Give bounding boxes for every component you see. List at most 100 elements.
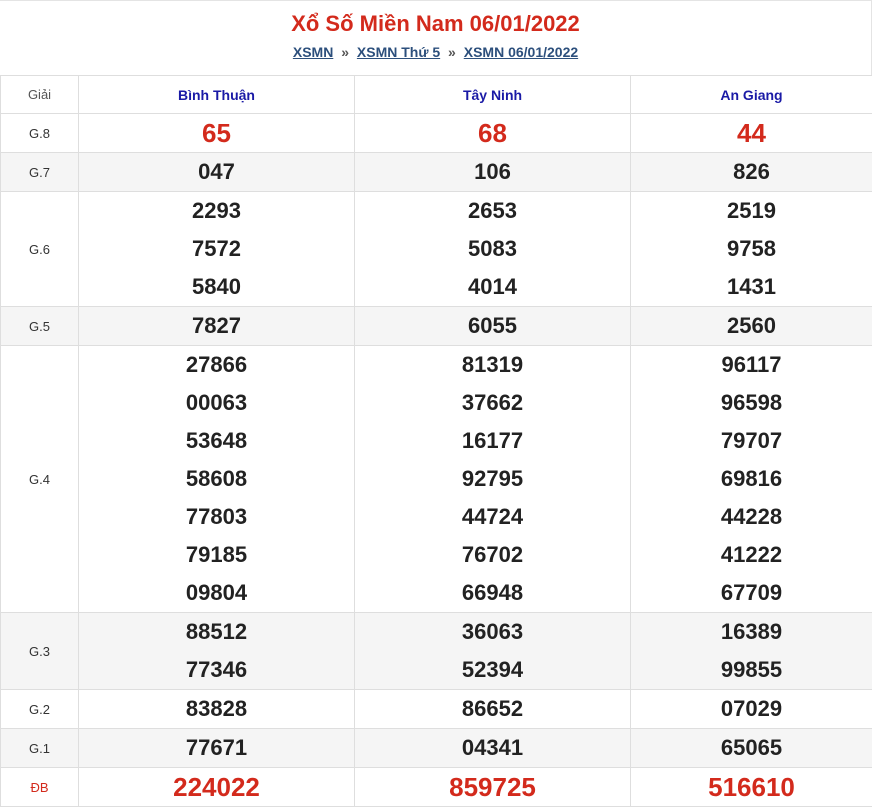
result-number: 69816	[720, 466, 783, 491]
prize-label: G.7	[0, 152, 79, 192]
result-number: 36063	[461, 619, 524, 644]
prize-label: ĐB	[0, 767, 79, 807]
breadcrumb-separator: »	[448, 44, 456, 60]
result-cell: 68	[354, 113, 631, 153]
result-number: 2519	[727, 198, 776, 223]
breadcrumb-xsmn-thu5[interactable]: XSMN Thứ 5	[357, 44, 440, 60]
prize-row: G.4 27866 00063 53648 58608 77803 79185 09804 81…	[0, 345, 872, 613]
prize-row: G.6 2293 7572 5840 2653 5083 4014 2519 9758 1431	[0, 191, 872, 307]
result-cell: 2653 5083 4014	[354, 191, 631, 307]
prize-row: ĐB 224022 859725 516610	[0, 767, 872, 807]
prize-label: G.4	[0, 345, 79, 613]
breadcrumb-xsmn[interactable]: XSMN	[293, 44, 333, 60]
result-cell: 96117 96598 79707 69816 44228 41222 67709	[630, 345, 872, 613]
result-number: 52394	[461, 657, 524, 682]
breadcrumb-separator: »	[341, 44, 349, 60]
result-number: 68	[478, 118, 507, 148]
result-cell: 07029	[630, 689, 872, 729]
result-cell: 6055	[354, 306, 631, 346]
result-number: 16177	[461, 428, 524, 453]
result-cell: 04341	[354, 728, 631, 768]
result-cell: 2519 9758 1431	[630, 191, 872, 307]
result-number: 2293	[192, 198, 241, 223]
result-cell: 859725	[354, 767, 631, 807]
result-number: 96117	[721, 352, 782, 377]
prize-label: G.1	[0, 728, 79, 768]
breadcrumb-xsmn-date[interactable]: XSMN 06/01/2022	[464, 44, 578, 60]
result-cell: 65	[78, 113, 355, 153]
prize-row: G.2 83828 86652 07029	[0, 689, 872, 729]
result-number: 2653	[468, 198, 517, 223]
result-cell: 224022	[78, 767, 355, 807]
result-number: 2560	[727, 313, 776, 338]
result-cell: 047	[78, 152, 355, 192]
result-number: 27866	[185, 352, 248, 377]
result-number: 9758	[727, 236, 776, 261]
column-header-giai: Giải	[0, 75, 79, 114]
result-number: 047	[198, 159, 235, 184]
result-number: 07029	[720, 696, 783, 721]
table-header-row: Giải Bình Thuận Tây Ninh An Giang	[0, 75, 872, 114]
result-number: 65065	[720, 735, 783, 760]
result-number: 76702	[461, 542, 524, 567]
result-number: 92795	[461, 466, 524, 491]
result-number: 58608	[185, 466, 248, 491]
results-header: Xổ Số Miền Nam 06/01/2022 XSMN » XSMN Th…	[0, 0, 872, 75]
result-number: 37662	[461, 390, 524, 415]
prize-row: G.5 7827 6055 2560	[0, 306, 872, 346]
prize-label: G.5	[0, 306, 79, 346]
column-header-province[interactable]: Bình Thuận	[78, 75, 355, 114]
result-number: 224022	[173, 772, 260, 802]
prize-row: G.7 047 106 826	[0, 152, 872, 192]
result-cell: 2560	[630, 306, 872, 346]
breadcrumb: XSMN » XSMN Thứ 5 » XSMN 06/01/2022	[0, 44, 871, 60]
result-cell: 65065	[630, 728, 872, 768]
result-cell: 16389 99855	[630, 612, 872, 690]
result-number: 00063	[185, 390, 248, 415]
result-number: 88512	[185, 619, 248, 644]
result-number: 16389	[720, 619, 783, 644]
prize-row: G.8 65 68 44	[0, 113, 872, 153]
result-number: 6055	[468, 313, 517, 338]
prize-label: G.6	[0, 191, 79, 307]
prize-row: G.1 77671 04341 65065	[0, 728, 872, 768]
result-number: 859725	[449, 772, 536, 802]
column-header-province[interactable]: An Giang	[630, 75, 872, 114]
result-number: 7827	[192, 313, 241, 338]
result-cell: 77671	[78, 728, 355, 768]
result-number: 41222	[720, 542, 783, 567]
page-title: Xổ Số Miền Nam 06/01/2022	[291, 11, 580, 36]
result-number: 44228	[720, 504, 783, 529]
result-number: 5840	[192, 274, 241, 299]
prize-row: G.3 88512 77346 36063 52394 16389 99855	[0, 612, 872, 690]
result-cell: 27866 00063 53648 58608 77803 79185 09804	[78, 345, 355, 613]
result-number: 44724	[461, 504, 524, 529]
result-number: 09804	[185, 580, 248, 605]
prize-label: G.8	[0, 113, 79, 153]
result-cell: 86652	[354, 689, 631, 729]
result-number: 7572	[192, 236, 241, 261]
result-cell: 2293 7572 5840	[78, 191, 355, 307]
result-number: 77803	[185, 504, 248, 529]
result-number: 1431	[727, 274, 776, 299]
result-number: 79707	[720, 428, 783, 453]
result-number: 99855	[720, 657, 783, 682]
result-number: 77671	[185, 735, 248, 760]
result-number: 106	[474, 159, 511, 184]
result-number: 86652	[461, 696, 524, 721]
result-number: 65	[202, 118, 231, 148]
column-header-province[interactable]: Tây Ninh	[354, 75, 631, 114]
prize-label: G.2	[0, 689, 79, 729]
result-number: 826	[733, 159, 770, 184]
result-number: 66948	[461, 580, 524, 605]
result-number: 44	[737, 118, 766, 148]
result-number: 04341	[461, 735, 524, 760]
result-cell: 7827	[78, 306, 355, 346]
result-number: 96598	[720, 390, 783, 415]
result-cell: 83828	[78, 689, 355, 729]
result-cell: 106	[354, 152, 631, 192]
result-number: 79185	[185, 542, 248, 567]
result-cell: 88512 77346	[78, 612, 355, 690]
prize-label: G.3	[0, 612, 79, 690]
result-number: 53648	[185, 428, 248, 453]
